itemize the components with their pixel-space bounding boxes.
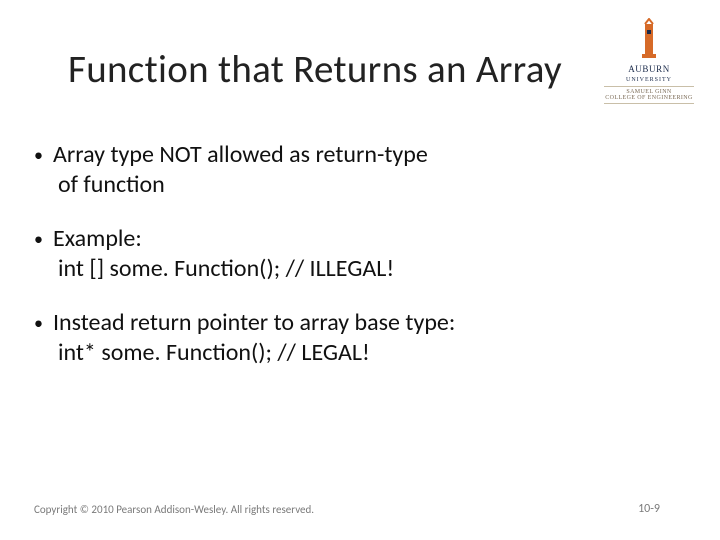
bullet-cont: int [] some. Function(); // ILLEGAL!: [58, 254, 660, 284]
bullet-dot-icon: •: [34, 308, 43, 338]
slide: AUBURN UNIVERSITY SAMUEL GINN COLLEGE OF…: [0, 0, 720, 540]
slide-body: • Array type NOT allowed as return-type …: [34, 140, 660, 392]
bullet-lead: Instead return pointer to array base typ…: [53, 308, 455, 338]
bullet-dot-icon: •: [34, 224, 43, 254]
bullet-item: • Example: int [] some. Function(); // I…: [34, 224, 660, 284]
bullet-lead: Example:: [53, 224, 142, 254]
bullet-dot-icon: •: [34, 140, 43, 170]
bullet-item: • Array type NOT allowed as return-type …: [34, 140, 660, 200]
logo-sub3: COLLEGE OF ENGINEERING: [604, 95, 694, 101]
slide-title: Function that Returns an Array: [68, 46, 660, 93]
bullet-cont: of function: [58, 170, 660, 200]
bullet-lead: Array type NOT allowed as return-type: [53, 140, 428, 170]
bullet-item: • Instead return pointer to array base t…: [34, 308, 660, 368]
bullet-cont: int* some. Function(); // LEGAL!: [58, 338, 660, 368]
slide-number: 10-9: [638, 502, 660, 516]
copyright-text: Copyright © 2010 Pearson Addison-Wesley.…: [34, 503, 314, 516]
